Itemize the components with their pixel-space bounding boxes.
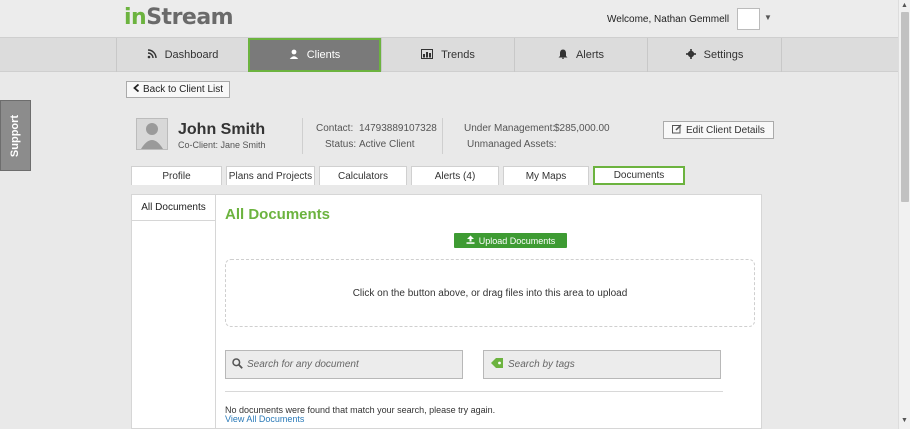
tab-calculators[interactable]: Calculators <box>319 166 407 185</box>
divider <box>442 118 443 154</box>
status-label: Status: <box>325 139 357 150</box>
contact-label: Contact: <box>316 123 354 134</box>
tab-plans-and-projects[interactable]: Plans and Projects <box>226 166 315 185</box>
chevron-down-icon[interactable]: ▼ <box>764 13 772 22</box>
view-all-documents-link[interactable]: View All Documents <box>225 414 304 424</box>
scroll-thumb[interactable] <box>901 12 909 202</box>
bell-icon <box>558 49 568 62</box>
welcome-text: Welcome, Nathan Gemmell <box>607 14 730 25</box>
main-nav: Dashboard Clients Trends Alerts Settings <box>0 37 898 72</box>
back-to-client-list-button[interactable]: Back to Client List <box>126 81 231 98</box>
chart-icon <box>421 48 434 62</box>
co-client: Co-Client: Jane Smith <box>178 140 266 150</box>
tab-profile[interactable]: Profile <box>131 166 222 185</box>
edit-icon <box>672 123 682 137</box>
status-value: Active Client <box>359 139 415 150</box>
client-name: John Smith <box>178 121 266 138</box>
chevron-left-icon <box>133 83 140 95</box>
search-icon <box>232 357 243 372</box>
under-management-value: $285,000.00 <box>554 123 610 134</box>
tab-my-maps[interactable]: My Maps <box>503 166 589 185</box>
scroll-up-icon[interactable]: ▲ <box>901 2 908 9</box>
app-header: inStream Welcome, Nathan Gemmell ▼ <box>0 0 898 37</box>
tab-documents[interactable]: Documents <box>593 166 685 185</box>
client-avatar <box>136 118 168 150</box>
section-title: All Documents <box>225 206 331 223</box>
nav-clients[interactable]: Clients <box>248 38 381 72</box>
nav-dashboard[interactable]: Dashboard <box>116 38 248 72</box>
tag-search-input[interactable]: Search by tags <box>483 350 721 379</box>
support-tab[interactable]: Support <box>0 100 31 171</box>
page-scrollbar[interactable]: ▲ ▼ <box>898 0 910 429</box>
side-tab-all-documents[interactable]: All Documents <box>132 195 216 221</box>
tab-alerts[interactable]: Alerts (4) <box>411 166 499 185</box>
person-icon <box>141 123 163 149</box>
upload-dropzone[interactable]: Click on the button above, or drag files… <box>225 259 755 327</box>
contact-value: 14793889107328 <box>359 123 437 134</box>
user-avatar[interactable] <box>737 8 760 30</box>
nav-trends[interactable]: Trends <box>381 38 514 72</box>
divider <box>302 118 303 154</box>
gear-icon <box>685 48 696 62</box>
side-column <box>132 221 216 429</box>
upload-documents-button[interactable]: Upload Documents <box>454 233 567 248</box>
edit-client-details-button[interactable]: Edit Client Details <box>663 121 774 139</box>
upload-icon <box>466 235 475 246</box>
scroll-down-icon[interactable]: ▼ <box>901 417 908 424</box>
documents-panel: All Documents All Documents Upload Docum… <box>131 194 762 429</box>
under-management-label: Under Management: <box>464 123 556 134</box>
client-summary: John Smith Co-Client: Jane Smith Contact… <box>128 110 778 160</box>
user-icon <box>289 49 299 62</box>
rss-icon <box>147 48 157 62</box>
unmanaged-assets-label: Unmanaged Assets: <box>467 139 557 150</box>
instream-logo[interactable]: inStream <box>124 5 234 30</box>
divider <box>225 391 723 392</box>
tag-icon <box>490 357 504 372</box>
document-search-input[interactable]: Search for any document <box>225 350 463 379</box>
nav-settings[interactable]: Settings <box>647 38 782 72</box>
nav-alerts[interactable]: Alerts <box>514 38 647 72</box>
